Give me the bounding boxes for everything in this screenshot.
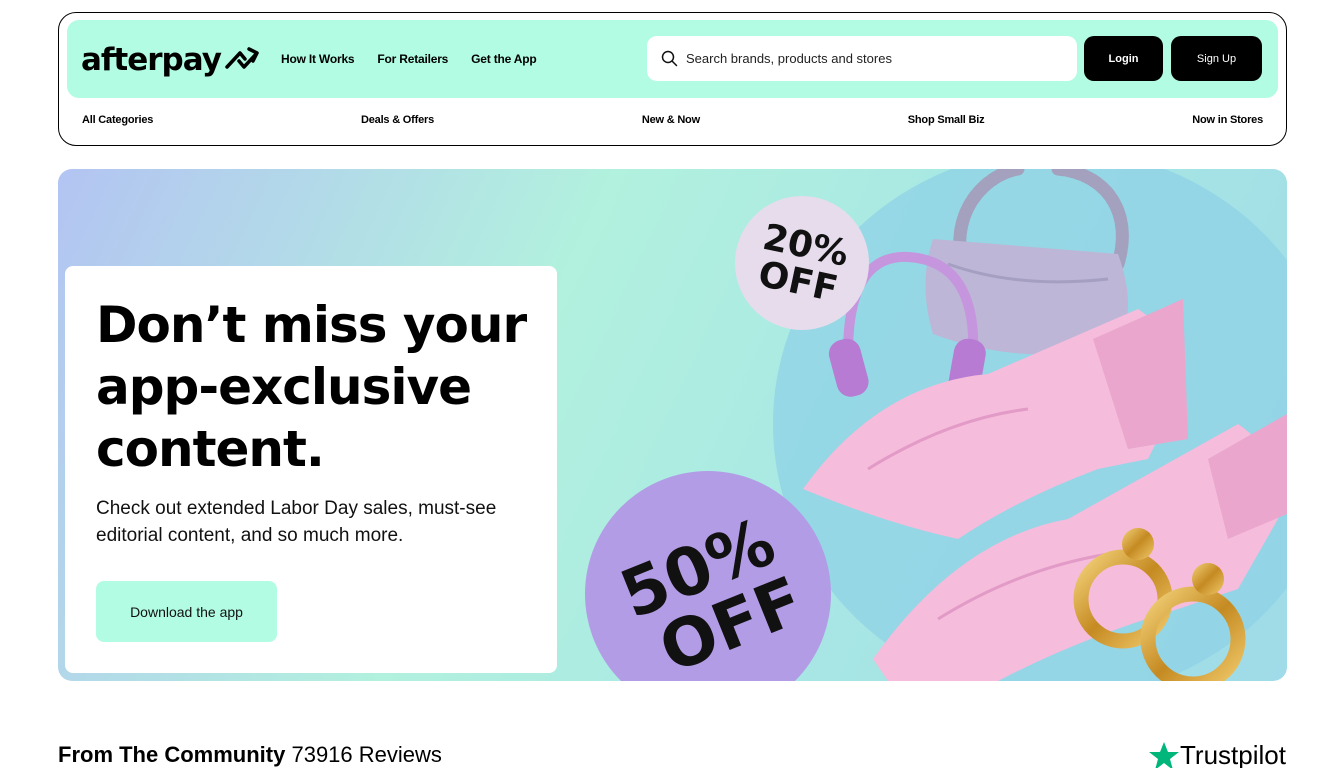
review-count: 73916 Reviews bbox=[291, 742, 442, 767]
category-deals[interactable]: Deals & Offers bbox=[361, 114, 434, 126]
search-box[interactable] bbox=[647, 36, 1077, 81]
afterpay-logo-icon bbox=[225, 47, 259, 69]
community-title: From The Community bbox=[58, 742, 286, 767]
category-in-stores[interactable]: Now in Stores bbox=[1192, 114, 1263, 126]
hero-text-card: Don’t miss your app-exclusive content. C… bbox=[65, 266, 557, 673]
nav-get-the-app[interactable]: Get the App bbox=[471, 52, 537, 66]
sign-up-button[interactable]: Sign Up bbox=[1171, 36, 1262, 81]
search-input[interactable] bbox=[686, 51, 1066, 66]
hero-title: Don’t miss your app-exclusive content. bbox=[96, 296, 527, 478]
logo-text: afterpay bbox=[81, 42, 222, 78]
download-app-button[interactable]: Download the app bbox=[96, 581, 277, 642]
trustpilot-label: Trustpilot bbox=[1180, 740, 1286, 768]
afterpay-logo[interactable]: afterpay bbox=[81, 40, 261, 80]
nav-for-retailers[interactable]: For Retailers bbox=[377, 52, 448, 66]
nav-how-it-works[interactable]: How It Works bbox=[281, 52, 355, 66]
hero-banner: 20% OFF 50% OFF Don’t miss your app-excl… bbox=[58, 169, 1287, 681]
category-new[interactable]: New & Now bbox=[642, 114, 700, 126]
trustpilot-star-icon bbox=[1149, 741, 1179, 768]
login-button[interactable]: Login bbox=[1084, 36, 1163, 81]
trustpilot-badge[interactable]: Trustpilot bbox=[1148, 740, 1286, 768]
category-nav: All Categories Deals & Offers New & Now … bbox=[82, 114, 1263, 126]
top-bar: afterpay How It Works For Retailers Get … bbox=[67, 20, 1278, 98]
site-header: afterpay How It Works For Retailers Get … bbox=[58, 12, 1287, 146]
search-icon bbox=[661, 50, 678, 67]
hero-subtitle: Check out extended Labor Day sales, must… bbox=[96, 498, 497, 546]
main-nav: How It Works For Retailers Get the App bbox=[281, 52, 537, 66]
community-heading: From The Community 73916 Reviews bbox=[58, 742, 442, 768]
category-all[interactable]: All Categories bbox=[82, 114, 153, 126]
category-small-biz[interactable]: Shop Small Biz bbox=[908, 114, 985, 126]
